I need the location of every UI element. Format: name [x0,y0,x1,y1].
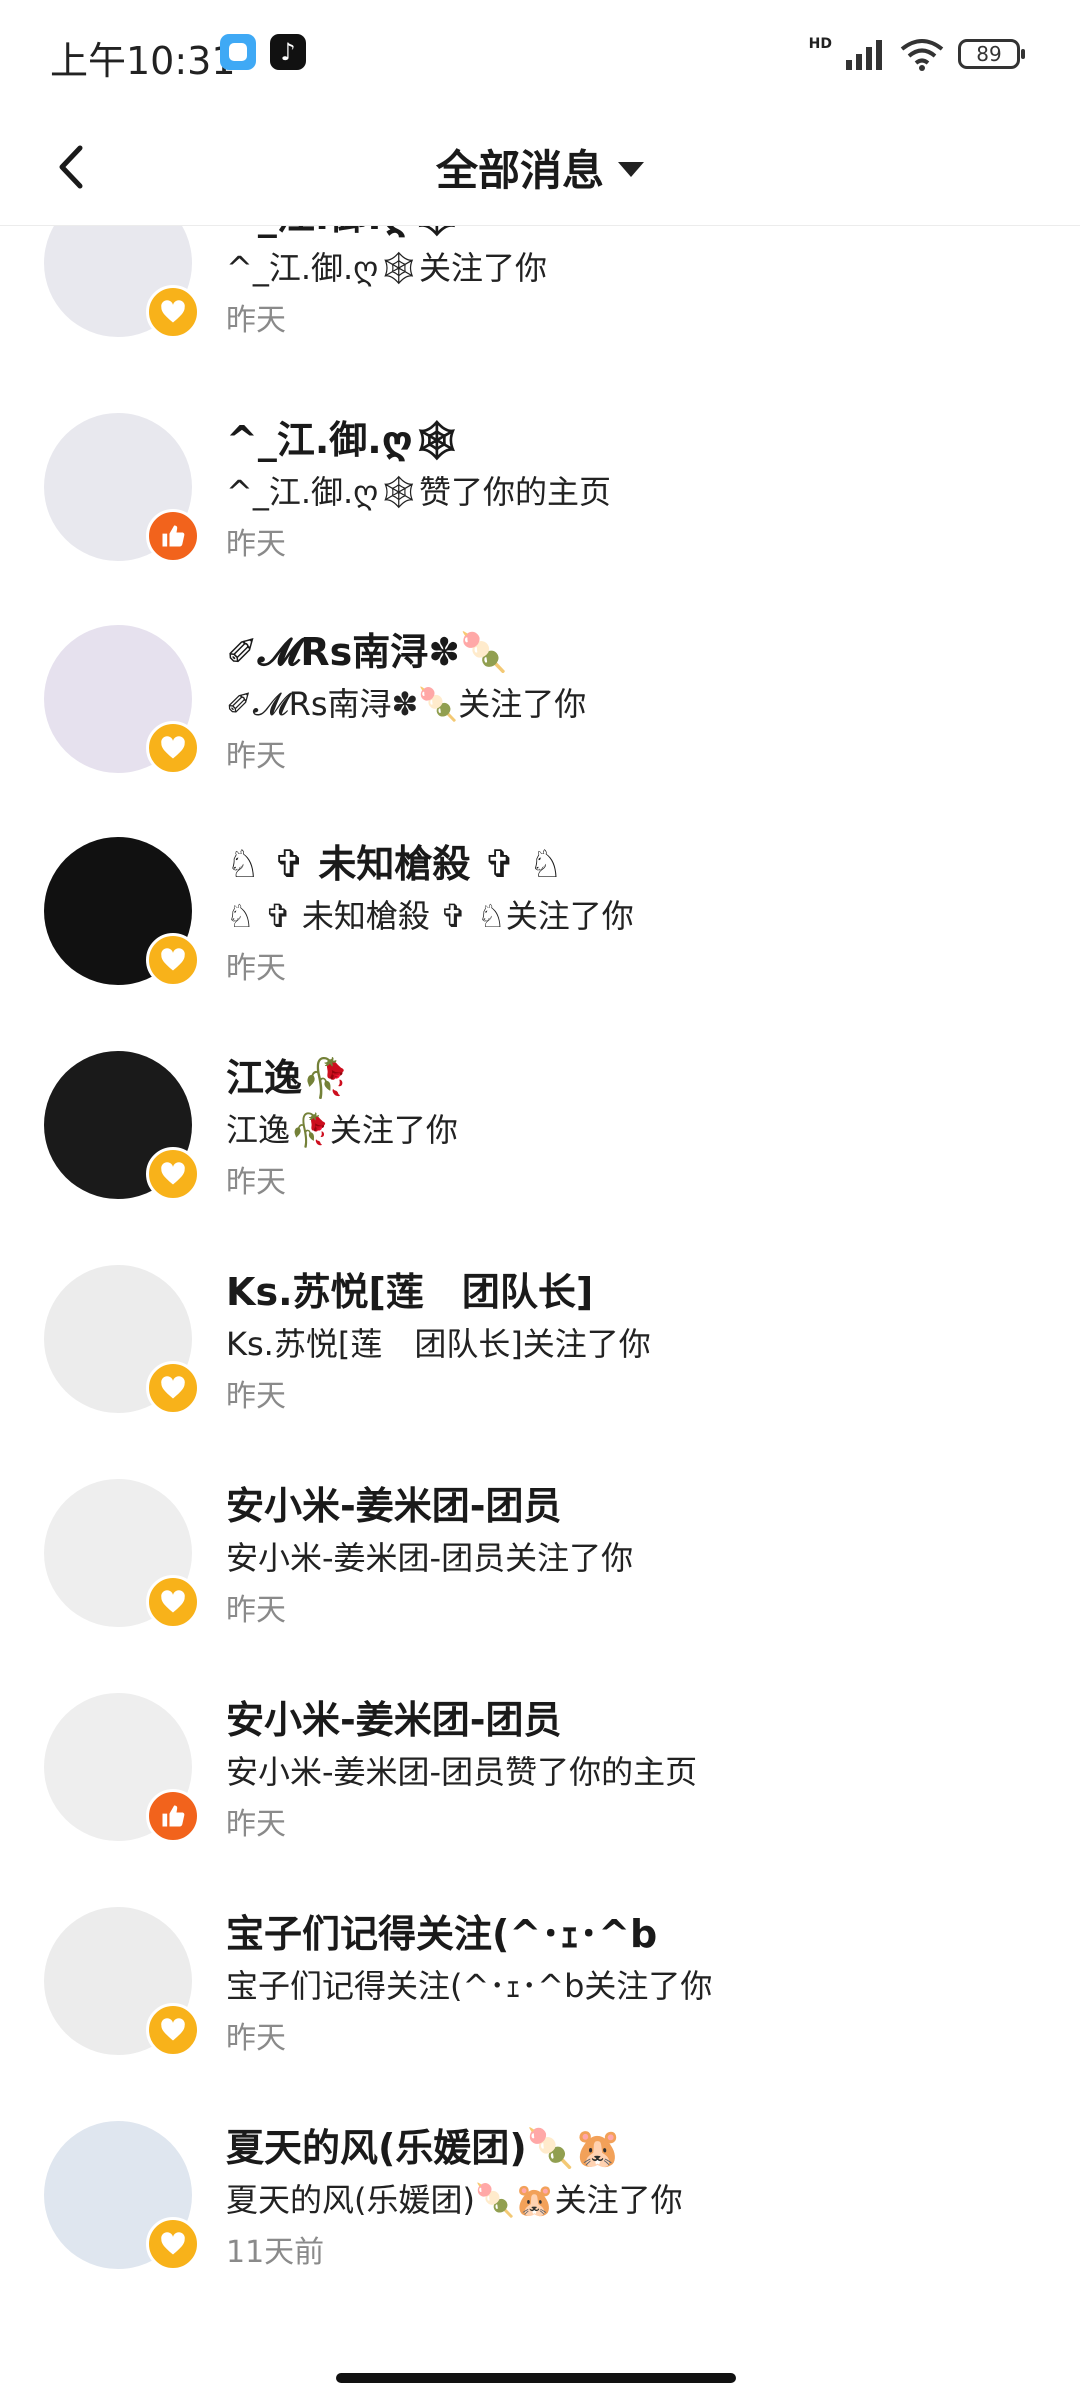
message-time: 昨天 [226,1807,286,1842]
follow-badge-icon [146,1575,200,1629]
signal-icon [846,40,882,70]
message-item[interactable]: 夏天的风(乐媛团)🍡🐹 夏天的风(乐媛团)🍡🐹关注了你 11天前 [0,2093,1080,2307]
message-time: 昨天 [226,1593,286,1628]
home-indicator[interactable] [336,2373,736,2383]
user-name[interactable]: 江逸🥀 [226,1047,349,1102]
message-time: 昨天 [226,527,286,562]
message-text: 夏天的风(乐媛团)🍡🐹关注了你 [226,2181,683,2219]
follow-badge-icon [146,2217,200,2271]
battery-level: 89 [976,42,1002,66]
follow-badge-icon [146,721,200,775]
page-title[interactable]: 全部消息 [436,137,604,198]
user-name[interactable]: Ks.苏悦[莲 团队长] [226,1261,593,1316]
message-text: ^_江.御.ღ🕸关注了你 [226,249,547,287]
message-text: 安小米-姜米团-团员赞了你的主页 [226,1753,698,1791]
like-badge-icon [146,1789,200,1843]
wifi-icon [900,39,944,71]
user-name[interactable]: ✐𝓜Rs南浔✽🍡 [226,621,507,676]
douyin-icon: ♪ [270,34,306,70]
message-text: 宝子们记得关注(^･ｪ･^b关注了你 [226,1967,713,2005]
status-time: 上午10:31 [50,39,236,83]
user-name[interactable]: ♘ ✞ 未知槍殺 ✞ ♘ [226,833,563,888]
message-text: ♘ ✞ 未知槍殺 ✞ ♘关注了你 [226,897,634,935]
message-item[interactable]: 宝子们记得关注(^･ｪ･^b 宝子们记得关注(^･ｪ･^b关注了你 昨天 [0,1879,1080,2093]
battery-icon: 89 [958,39,1025,69]
status-indicators: HD 89 [808,34,1025,74]
follow-badge-icon [146,2003,200,2057]
user-name[interactable]: 安小米-姜米团-团员 [226,1689,562,1744]
message-text: 安小米-姜米团-团员关注了你 [226,1539,634,1577]
status-bar: 上午10:31 ♪ HD 89 [0,0,1080,110]
message-time: 昨天 [226,1379,286,1414]
user-name[interactable]: ^_江.御.ღ🕸 [226,409,461,464]
message-time: 昨天 [226,1165,286,1200]
message-time: 11天前 [226,2235,325,2270]
user-name[interactable]: 安小米-姜米团-团员 [226,1475,562,1530]
message-time: 昨天 [226,739,286,774]
like-badge-icon [146,509,200,563]
message-item[interactable]: 江逸🥀 江逸🥀关注了你 昨天 [0,1023,1080,1237]
message-text: ^_江.御.ღ🕸赞了你的主页 [226,473,611,511]
message-item[interactable]: 安小米-姜米团-团员安小米-姜米团-团员关注了你 昨天 [0,1451,1080,1665]
caret-down-icon[interactable] [618,161,644,177]
follow-badge-icon [146,933,200,987]
message-item[interactable]: ✐𝓜Rs南浔✽🍡 ✐𝓜Rs南浔✽🍡关注了你 昨天 [0,597,1080,811]
title-dropdown[interactable]: 全部消息 [0,132,1080,202]
header: 全部消息 [0,110,1080,226]
message-item[interactable]: 安小米-姜米团-团员安小米-姜米团-团员赞了你的主页 昨天 [0,1665,1080,1879]
message-item[interactable]: ♘ ✞ 未知槍殺 ✞ ♘ ♘ ✞ 未知槍殺 ✞ ♘关注了你 昨天 [0,809,1080,1023]
message-time: 昨天 [226,303,286,338]
message-time: 昨天 [226,951,286,986]
app-icon [220,34,256,70]
message-text: ✐𝓜Rs南浔✽🍡关注了你 [226,685,587,723]
follow-badge-icon [146,285,200,339]
message-item[interactable]: ^_江.御.ღ🕸 ^_江.御.ღ🕸赞了你的主页 昨天 [0,385,1080,599]
message-text: 江逸🥀关注了你 [226,1111,458,1149]
message-item[interactable]: ^_江.御.ღ🕸 ^_江.御.ღ🕸关注了你昨天 [0,226,1080,375]
message-item[interactable]: Ks.苏悦[莲 团队长] Ks.苏悦[莲 团队长]关注了你 昨天 [0,1237,1080,1451]
message-text: Ks.苏悦[莲 团队长]关注了你 [226,1325,651,1363]
user-name[interactable]: 夏天的风(乐媛团)🍡🐹 [226,2117,621,2172]
message-time: 昨天 [226,2021,286,2056]
follow-badge-icon [146,1361,200,1415]
user-name[interactable]: 宝子们记得关注(^･ｪ･^b [226,1903,657,1958]
message-list[interactable]: ^_江.御.ღ🕸 ^_江.御.ღ🕸关注了你昨天 ^_江.御.ღ🕸 ^_江.御.ღ🕸赞了… [0,226,1080,2336]
follow-badge-icon [146,1147,200,1201]
hd-label: HD [808,36,832,52]
user-name[interactable]: ^_江.御.ღ🕸 [226,226,461,240]
